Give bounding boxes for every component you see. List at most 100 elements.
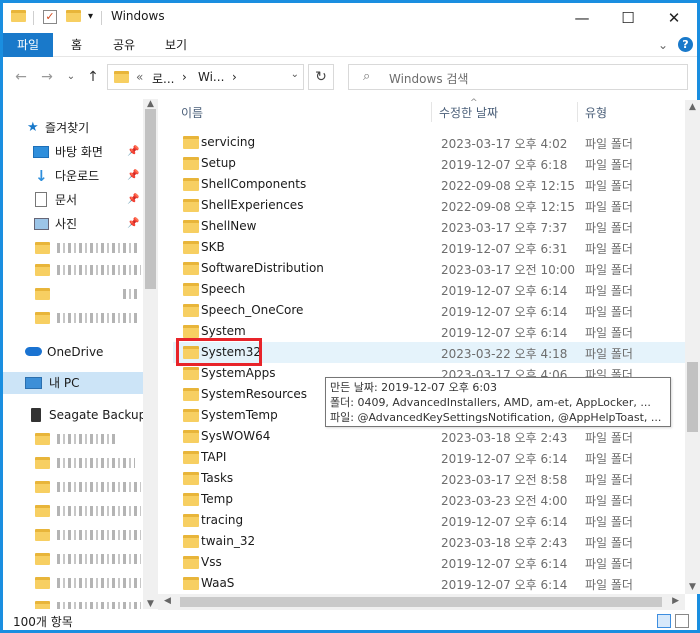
up-button[interactable]: ↑ — [83, 66, 103, 88]
folder-icon — [183, 493, 199, 506]
file-row[interactable]: twain_32 2023-03-18 오후 2:43 파일 폴더 — [173, 531, 685, 552]
address-bar[interactable]: « 로... › Wi... › ⌄ — [107, 64, 304, 90]
large-icons-view-icon[interactable] — [675, 614, 689, 628]
file-row[interactable]: ShellComponents 2022-09-08 오후 12:15 파일 폴… — [173, 174, 685, 195]
tab-file[interactable]: 파일 — [3, 33, 53, 57]
nav-folder-redacted[interactable] — [3, 500, 143, 522]
nav-downloads[interactable]: ↓ 다운로드 📌 — [3, 165, 143, 187]
scroll-up-icon[interactable]: ▲ — [147, 99, 154, 109]
explorer-window: ✓ ▾ Windows — ☐ ✕ 파일 홈 공유 보기 ⌄ ? ← → ⌄ ↑… — [0, 0, 700, 633]
tab-home[interactable]: 홈 — [61, 33, 92, 57]
redacted-label — [57, 265, 141, 275]
breadcrumb-local-disk[interactable]: 로... — [152, 70, 174, 87]
nav-this-pc[interactable]: 내 PC — [3, 372, 143, 394]
file-row[interactable]: Tasks 2023-03-17 오전 8:58 파일 폴더 — [173, 468, 685, 489]
nav-folder-redacted[interactable] — [3, 307, 143, 329]
nav-folder-redacted[interactable] — [3, 476, 143, 498]
nav-folder-redacted[interactable] — [3, 524, 143, 546]
nav-scroll-thumb[interactable] — [145, 109, 156, 289]
column-date-modified[interactable]: 수정한 날짜 — [439, 104, 498, 121]
file-row[interactable]: ShellExperiences 2022-09-08 오후 12:15 파일 … — [173, 195, 685, 216]
file-row[interactable]: SoftwareDistribution 2023-03-17 오전 10:00… — [173, 258, 685, 279]
nav-scrollbar[interactable]: ▲ ▼ — [143, 99, 158, 609]
nav-folder-redacted[interactable] — [3, 572, 143, 594]
close-button[interactable]: ✕ — [651, 3, 697, 33]
scroll-right-icon[interactable]: ▶ — [672, 596, 679, 606]
nav-folder-redacted[interactable] — [3, 428, 143, 450]
nav-folder-redacted[interactable] — [3, 259, 143, 281]
folder-icon — [35, 529, 50, 541]
recent-locations-button[interactable]: ⌄ — [61, 66, 81, 88]
file-row[interactable]: TAPI 2019-12-07 오후 6:14 파일 폴더 — [173, 447, 685, 468]
horizontal-scrollbar[interactable]: ◀ ▶ — [158, 594, 685, 610]
file-row[interactable]: WaaS 2019-12-07 오후 6:14 파일 폴더 — [173, 573, 685, 594]
nav-documents[interactable]: 문서 📌 — [3, 189, 143, 211]
file-row[interactable]: Setup 2019-12-07 오후 6:18 파일 폴더 — [173, 153, 685, 174]
tab-share[interactable]: 공유 — [103, 33, 145, 57]
scroll-left-icon[interactable]: ◀ — [164, 596, 171, 606]
nav-folder-redacted[interactable] — [3, 452, 143, 474]
scroll-down-icon[interactable]: ▼ — [689, 582, 696, 592]
file-row[interactable]: Speech 2019-12-07 오후 6:14 파일 폴더 — [173, 279, 685, 300]
desktop-icon — [33, 146, 49, 158]
properties-icon[interactable]: ✓ — [43, 10, 57, 24]
pin-icon: 📌 — [127, 194, 140, 205]
scroll-down-icon[interactable]: ▼ — [147, 599, 154, 609]
nav-folder-redacted[interactable] — [3, 237, 143, 259]
folder-icon — [114, 71, 129, 83]
horizontal-scroll-thumb[interactable] — [180, 597, 662, 607]
file-row[interactable]: SysWOW64 2023-03-18 오후 2:43 파일 폴더 — [173, 426, 685, 447]
folder-icon — [35, 264, 50, 276]
nav-drive[interactable]: Seagate Backup P — [3, 404, 143, 426]
file-row[interactable]: tracing 2019-12-07 오후 6:14 파일 폴더 — [173, 510, 685, 531]
folder-icon — [11, 10, 26, 22]
nav-folder-redacted[interactable] — [3, 283, 143, 305]
search-box[interactable]: ⌕ Windows 검색 — [348, 64, 688, 90]
file-row[interactable]: Vss 2019-12-07 오후 6:14 파일 폴더 — [173, 552, 685, 573]
file-row[interactable]: SKB 2019-12-07 오후 6:31 파일 폴더 — [173, 237, 685, 258]
folder-icon — [35, 433, 50, 445]
column-type[interactable]: 유형 — [585, 104, 607, 121]
file-list-scrollbar[interactable]: ▲ ▼ — [685, 100, 700, 594]
divider — [101, 11, 102, 25]
redacted-label — [57, 434, 117, 444]
folder-icon — [183, 472, 199, 485]
forward-button[interactable]: → — [37, 66, 57, 88]
nav-quick-access[interactable]: ★ 즐겨찾기 — [3, 117, 143, 139]
ribbon-expand-icon[interactable]: ⌄ — [658, 38, 668, 52]
file-row[interactable]: Speech_OneCore 2019-12-07 오후 6:14 파일 폴더 — [173, 300, 685, 321]
item-count: 100개 항목 — [13, 615, 73, 629]
file-row[interactable]: ShellNew 2023-03-17 오후 7:37 파일 폴더 — [173, 216, 685, 237]
folder-icon — [183, 241, 199, 254]
customize-toolbar-icon[interactable]: ▾ — [88, 11, 93, 26]
maximize-button[interactable]: ☐ — [605, 3, 651, 33]
breadcrumb-overflow[interactable]: « — [136, 70, 143, 84]
back-button[interactable]: ← — [11, 66, 31, 88]
new-folder-icon[interactable] — [66, 10, 81, 22]
folder-icon — [35, 242, 50, 254]
column-name[interactable]: 이름 — [181, 104, 203, 121]
breadcrumb-separator[interactable]: › — [182, 70, 187, 84]
help-icon[interactable]: ? — [678, 37, 693, 52]
nav-folder-redacted[interactable] — [3, 548, 143, 570]
nav-desktop[interactable]: 바탕 화면 📌 — [3, 141, 143, 163]
address-dropdown-icon[interactable]: ⌄ — [291, 69, 299, 80]
file-row[interactable]: Temp 2023-03-23 오전 4:00 파일 폴더 — [173, 489, 685, 510]
folder-icon — [35, 481, 50, 493]
minimize-button[interactable]: — — [559, 3, 605, 33]
nav-folder-redacted[interactable] — [3, 596, 143, 609]
scroll-up-icon[interactable]: ▲ — [689, 102, 696, 112]
redacted-label — [57, 506, 141, 516]
nav-pictures[interactable]: 사진 📌 — [3, 213, 143, 235]
folder-icon — [183, 535, 199, 548]
ribbon: 파일 홈 공유 보기 ⌄ ? — [3, 33, 697, 57]
tooltip-folders: 폴더: 0409, AdvancedInstallers, AMD, am-et… — [330, 396, 651, 409]
refresh-button[interactable]: ↻ — [308, 64, 334, 90]
tab-view[interactable]: 보기 — [155, 33, 197, 57]
details-view-icon[interactable] — [657, 614, 671, 628]
file-row[interactable]: servicing 2023-03-17 오후 4:02 파일 폴더 — [173, 132, 685, 153]
breadcrumb-separator[interactable]: › — [232, 70, 237, 84]
file-scroll-thumb[interactable] — [687, 362, 698, 432]
nav-onedrive[interactable]: OneDrive — [3, 341, 143, 363]
breadcrumb-windows[interactable]: Wi... — [198, 70, 224, 84]
